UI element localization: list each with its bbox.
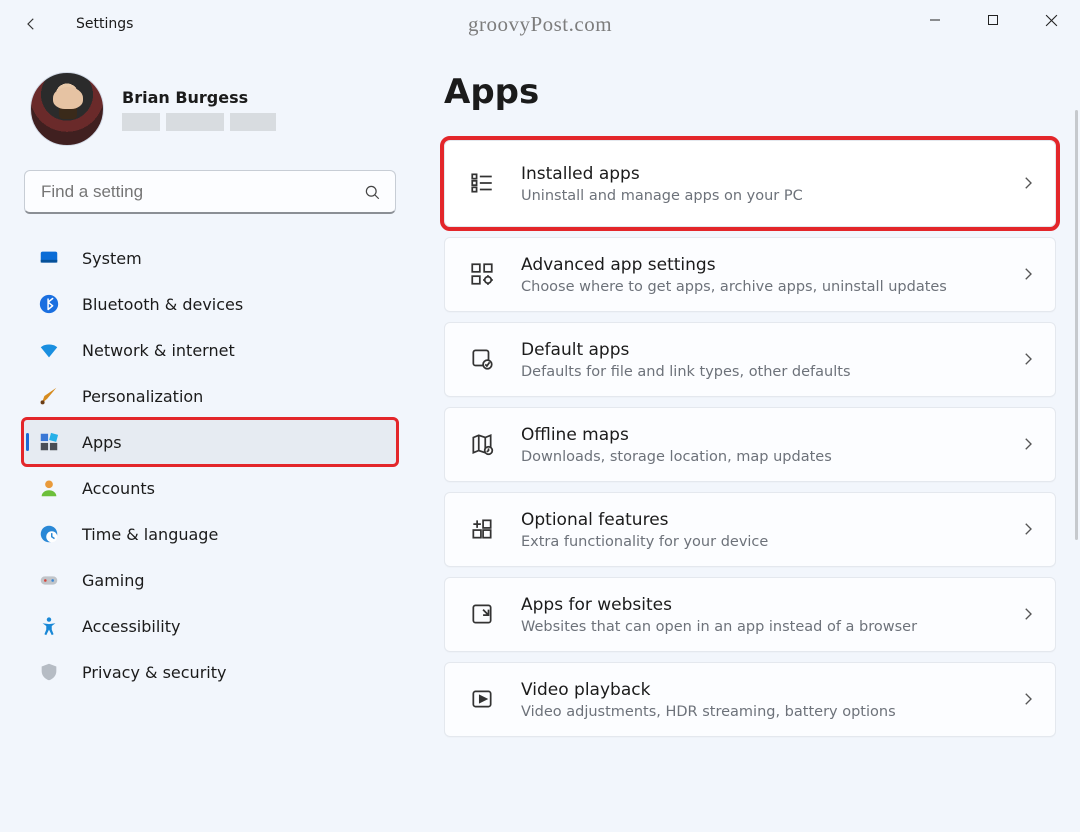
apps-icon: [38, 431, 60, 453]
card-optional-features[interactable]: Optional features Extra functionality fo…: [444, 492, 1056, 567]
clock-globe-icon: [38, 523, 60, 545]
close-button[interactable]: [1022, 0, 1080, 40]
chevron-right-icon: [1019, 605, 1037, 623]
sidebar-item-label: Accounts: [82, 479, 155, 498]
gaming-icon: [38, 569, 60, 591]
sidebar-item-label: Network & internet: [82, 341, 235, 360]
card-title: Installed apps: [521, 163, 993, 186]
optional-features-icon: [469, 516, 495, 542]
arrow-left-icon: [22, 15, 40, 33]
card-subtitle: Downloads, storage location, map updates: [521, 449, 993, 465]
chevron-right-icon: [1019, 520, 1037, 538]
sidebar-item-bluetooth[interactable]: Bluetooth & devices: [24, 282, 396, 326]
profile-email-redacted: [122, 113, 276, 131]
card-video-playback[interactable]: Video playback Video adjustments, HDR st…: [444, 662, 1056, 737]
advanced-settings-icon: [469, 261, 495, 287]
sidebar-item-privacy[interactable]: Privacy & security: [24, 650, 396, 694]
default-apps-icon: [469, 346, 495, 372]
window-title: Settings: [76, 16, 133, 32]
sidebar-item-system[interactable]: System: [24, 236, 396, 280]
card-subtitle: Defaults for file and link types, other …: [521, 364, 993, 380]
search-box[interactable]: [24, 170, 396, 214]
profile-name: Brian Burgess: [122, 88, 276, 107]
chevron-right-icon: [1019, 174, 1037, 192]
profile-block[interactable]: Brian Burgess: [24, 72, 396, 146]
minimize-icon: [929, 14, 941, 26]
settings-card-list: Installed apps Uninstall and manage apps…: [444, 140, 1056, 737]
main-panel: Apps Installed apps Uninstall and manage…: [410, 48, 1080, 832]
card-apps-for-websites[interactable]: Apps for websites Websites that can open…: [444, 577, 1056, 652]
offline-maps-icon: [469, 431, 495, 457]
sidebar-item-label: Accessibility: [82, 617, 180, 636]
window-controls: [906, 0, 1080, 40]
shield-icon: [38, 661, 60, 683]
sidebar-item-network[interactable]: Network & internet: [24, 328, 396, 372]
sidebar-item-apps[interactable]: Apps: [24, 420, 396, 464]
card-advanced-app-settings[interactable]: Advanced app settings Choose where to ge…: [444, 237, 1056, 312]
card-default-apps[interactable]: Default apps Defaults for file and link …: [444, 322, 1056, 397]
chevron-right-icon: [1019, 350, 1037, 368]
watermark-text: groovyPost.com: [468, 12, 612, 37]
sidebar-item-gaming[interactable]: Gaming: [24, 558, 396, 602]
system-icon: [38, 247, 60, 269]
sidebar-item-label: System: [82, 249, 142, 268]
minimize-button[interactable]: [906, 0, 964, 40]
card-title: Advanced app settings: [521, 254, 993, 277]
sidebar-item-label: Time & language: [82, 525, 218, 544]
sidebar-item-label: Privacy & security: [82, 663, 226, 682]
page-heading: Apps: [444, 72, 1056, 112]
video-playback-icon: [469, 686, 495, 712]
account-icon: [38, 477, 60, 499]
card-title: Video playback: [521, 679, 993, 702]
chevron-right-icon: [1019, 265, 1037, 283]
card-subtitle: Video adjustments, HDR streaming, batter…: [521, 704, 993, 720]
apps-for-websites-icon: [469, 601, 495, 627]
card-title: Offline maps: [521, 424, 993, 447]
maximize-icon: [987, 14, 999, 26]
close-icon: [1045, 14, 1058, 27]
maximize-button[interactable]: [964, 0, 1022, 40]
brush-icon: [38, 385, 60, 407]
card-subtitle: Extra functionality for your device: [521, 534, 993, 550]
card-title: Apps for websites: [521, 594, 993, 617]
sidebar-nav: System Bluetooth & devices Network & int…: [24, 236, 396, 694]
card-subtitle: Websites that can open in an app instead…: [521, 619, 993, 635]
chevron-right-icon: [1019, 435, 1037, 453]
sidebar-item-label: Bluetooth & devices: [82, 295, 243, 314]
wifi-icon: [38, 339, 60, 361]
card-title: Optional features: [521, 509, 993, 532]
avatar: [30, 72, 104, 146]
sidebar: Brian Burgess System Bluetooth & devices…: [0, 48, 410, 832]
sidebar-item-label: Apps: [82, 433, 122, 452]
search-icon: [363, 183, 381, 201]
installed-apps-icon: [469, 170, 495, 196]
chevron-right-icon: [1019, 690, 1037, 708]
accessibility-icon: [38, 615, 60, 637]
sidebar-item-accessibility[interactable]: Accessibility: [24, 604, 396, 648]
card-installed-apps[interactable]: Installed apps Uninstall and manage apps…: [444, 140, 1056, 227]
sidebar-item-accounts[interactable]: Accounts: [24, 466, 396, 510]
card-offline-maps[interactable]: Offline maps Downloads, storage location…: [444, 407, 1056, 482]
bluetooth-icon: [38, 293, 60, 315]
card-subtitle: Uninstall and manage apps on your PC: [521, 188, 993, 204]
sidebar-item-personalization[interactable]: Personalization: [24, 374, 396, 418]
sidebar-item-time-language[interactable]: Time & language: [24, 512, 396, 556]
card-subtitle: Choose where to get apps, archive apps, …: [521, 279, 993, 295]
titlebar: Settings groovyPost.com: [0, 0, 1080, 48]
scrollbar-thumb[interactable]: [1075, 110, 1078, 540]
sidebar-item-label: Gaming: [82, 571, 145, 590]
search-input[interactable]: [39, 181, 363, 203]
back-button[interactable]: [14, 7, 48, 41]
card-title: Default apps: [521, 339, 993, 362]
sidebar-item-label: Personalization: [82, 387, 203, 406]
